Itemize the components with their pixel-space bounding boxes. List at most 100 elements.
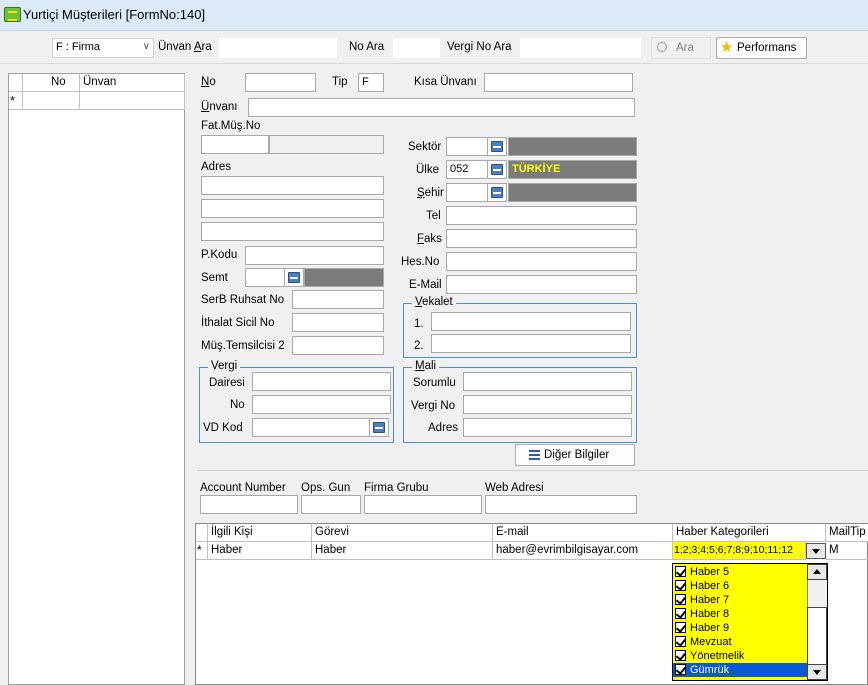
dropdown-option-haber-7[interactable]: Haber 7: [673, 593, 807, 607]
performans-button[interactable]: ★ Performans: [716, 37, 807, 59]
checkbox-checked-icon[interactable]: [675, 566, 686, 577]
contact-ilgili-cell[interactable]: Haber: [208, 542, 312, 560]
app-icon: [4, 7, 21, 22]
vekalet-2-label: 2.: [414, 340, 424, 352]
semt-field[interactable]: [245, 268, 285, 287]
checkbox-checked-icon[interactable]: [675, 664, 686, 675]
adres-line-3[interactable]: [201, 222, 384, 241]
adres-line-1[interactable]: [201, 176, 384, 195]
row-selector-header: [9, 74, 23, 92]
dropdown-option-haber-8[interactable]: Haber 8: [673, 607, 807, 621]
checkbox-checked-icon[interactable]: [675, 636, 686, 647]
table-row-unvan-cell[interactable]: [80, 92, 185, 110]
scroll-thumb[interactable]: [807, 607, 827, 665]
unvani-field[interactable]: [248, 98, 635, 117]
dropdown-option-mevzuat[interactable]: Mevzuat: [673, 635, 807, 649]
vd-kod-field[interactable]: [252, 418, 370, 437]
serb-label: SerB Ruhsat No: [201, 294, 285, 306]
serb-field[interactable]: [292, 290, 384, 309]
type-select[interactable]: F : Firma ∨: [52, 38, 154, 58]
checkbox-checked-icon[interactable]: [675, 622, 686, 633]
tel-field[interactable]: [446, 206, 637, 225]
tip-field[interactable]: F: [358, 73, 384, 92]
account-number-field[interactable]: [200, 495, 298, 514]
no-field[interactable]: [245, 73, 316, 92]
vd-kod-label: VD Kod: [203, 422, 243, 434]
ulke-label: Ülke: [416, 164, 440, 176]
scroll-up-button[interactable]: [807, 564, 827, 580]
semt-name-display: [304, 268, 384, 287]
column-header-ilgili-kisi[interactable]: İlgili Kişi: [208, 524, 312, 542]
customer-list-grid[interactable]: No Ünvan *: [8, 73, 185, 685]
tip-label: Tip: [332, 76, 348, 88]
sehir-field[interactable]: [446, 183, 488, 202]
adres-line-2[interactable]: [201, 199, 384, 218]
dropdown-option-haber-9[interactable]: Haber 9: [673, 621, 807, 635]
temsilci-field[interactable]: [292, 336, 384, 355]
dropdown-option-haber-6[interactable]: Haber 6: [673, 579, 807, 593]
window-title: Yurtiçi Müşterileri [FormNo:140]: [23, 7, 206, 22]
column-header-no[interactable]: No: [23, 74, 80, 92]
column-header-email[interactable]: E-mail: [493, 524, 673, 542]
column-header-mailtip[interactable]: MailTip: [826, 524, 868, 542]
contact-mailtip-cell[interactable]: M: [826, 542, 868, 560]
lookup-icon: [491, 141, 503, 152]
kisa-unvan-label: Kısa Ünvanı: [414, 76, 477, 88]
checkbox-checked-icon[interactable]: [675, 608, 686, 619]
checkbox-checked-icon[interactable]: [675, 594, 686, 605]
scroll-down-button[interactable]: [807, 664, 827, 680]
contact-kategoriler-cell[interactable]: 1;2;3;4;5;6;7;8;9;10;11;12: [673, 542, 806, 560]
firma-grubu-field[interactable]: [364, 495, 482, 514]
new-row-marker: *: [196, 542, 208, 560]
ithalat-field[interactable]: [292, 313, 384, 332]
hesno-field[interactable]: [446, 252, 637, 271]
mali-adres-field[interactable]: [463, 418, 632, 437]
unvan-search-input[interactable]: [219, 38, 337, 58]
fat-mus-no-field[interactable]: [201, 135, 269, 154]
dropdown-option-gumruk[interactable]: Gümrük: [673, 663, 807, 677]
column-header-gorevi[interactable]: Görevi: [312, 524, 493, 542]
sehir-lookup-button[interactable]: [487, 183, 507, 202]
vergi-no-field[interactable]: [252, 395, 391, 414]
vekalet-1-field[interactable]: [431, 312, 631, 331]
contact-gorevi-cell[interactable]: Haber: [312, 542, 493, 560]
kisa-unvan-field[interactable]: [484, 73, 633, 92]
ops-gun-field[interactable]: [301, 495, 361, 514]
web-adresi-field[interactable]: [485, 495, 637, 514]
checkbox-checked-icon[interactable]: [675, 650, 686, 661]
web-adresi-label: Web Adresi: [485, 482, 544, 494]
title-bar: Yurtiçi Müşterileri [FormNo:140]: [0, 0, 868, 31]
faks-label: Faks: [417, 233, 442, 245]
dropdown-option-yonetmelik[interactable]: Yönetmelik: [673, 649, 807, 663]
ulke-lookup-button[interactable]: [487, 160, 507, 179]
account-number-label: Account Number: [200, 482, 286, 494]
sektor-lookup-button[interactable]: [487, 137, 507, 156]
mali-sorumlu-field[interactable]: [463, 372, 632, 391]
table-row-no-cell[interactable]: [23, 92, 80, 110]
ulke-field[interactable]: 052: [446, 160, 488, 179]
no-search-input[interactable]: [393, 38, 440, 58]
ara-button[interactable]: Ara: [651, 37, 711, 59]
ulke-name-display: TÜRKİYE: [508, 160, 637, 179]
column-header-haber-kategorileri[interactable]: Haber Kategorileri: [673, 524, 826, 542]
diger-bilgiler-button[interactable]: Diğer Bilgiler: [515, 444, 635, 466]
pkodu-field[interactable]: [245, 246, 384, 265]
vergi-search-input[interactable]: [520, 38, 641, 58]
fat-mus-no-desc: [269, 135, 384, 154]
list-icon-mid: [529, 454, 540, 456]
dropdown-option-haber-5[interactable]: Haber 5: [673, 565, 807, 579]
vergi-dairesi-field[interactable]: [252, 372, 391, 391]
contact-email-cell[interactable]: haber@evrimbilgisayar.com: [493, 542, 673, 560]
email-field[interactable]: [446, 275, 637, 294]
column-header-unvan[interactable]: Ünvan: [80, 74, 185, 92]
mali-vergi-no-field[interactable]: [463, 395, 632, 414]
mali-sorumlu-label: Sorumlu: [413, 377, 456, 389]
faks-field[interactable]: [446, 229, 637, 248]
semt-lookup-button[interactable]: [284, 268, 304, 287]
vd-kod-lookup-button[interactable]: [369, 418, 389, 437]
sektor-field[interactable]: [446, 137, 488, 156]
search-icon: [657, 42, 667, 52]
vekalet-2-field[interactable]: [431, 334, 631, 353]
checkbox-checked-icon[interactable]: [675, 580, 686, 591]
kategoriler-dropdown-button[interactable]: [806, 543, 826, 559]
